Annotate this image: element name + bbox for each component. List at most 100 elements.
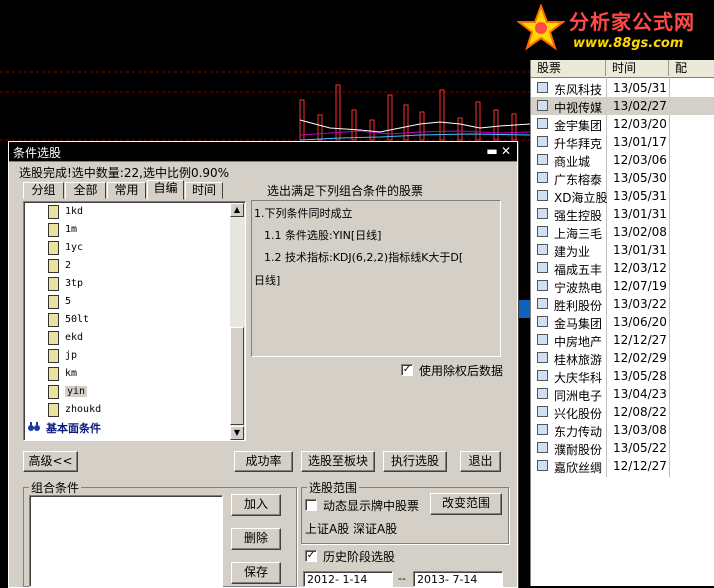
tree-item[interactable]: yin (48, 384, 198, 402)
column-stock[interactable]: 股票 (531, 60, 606, 76)
tree-item[interactable]: 2 (48, 258, 198, 276)
column-time[interactable]: 时间 (606, 60, 669, 76)
tab-3[interactable]: 自编 (147, 180, 184, 200)
table-row[interactable]: 广东榕泰 13/05/30 (531, 169, 714, 187)
table-row[interactable]: 建为业 13/01/31 (531, 241, 714, 259)
stock-name: 同洲电子 (554, 389, 603, 403)
fundamental-conditions-label[interactable]: 基本面条件 (46, 420, 101, 436)
tree-scrollbar[interactable]: ▲ ▼ (230, 203, 245, 440)
folder-icon (48, 313, 59, 327)
volume-bar (317, 114, 323, 141)
table-row[interactable]: 同洲电子 13/04/23 (531, 385, 714, 403)
table-row[interactable]: 商业城 12/03/06 (531, 151, 714, 169)
stock-name: 广东榕泰 (554, 173, 603, 187)
tree-item[interactable]: 5 (48, 294, 198, 312)
date-to-field[interactable]: 2013- 7-14 (413, 571, 503, 587)
tree-item[interactable]: km (48, 366, 198, 384)
tab-1[interactable]: 全部 (65, 182, 106, 199)
star-logo-icon (517, 4, 565, 51)
table-row[interactable]: 福成五丰 12/03/12 (531, 259, 714, 277)
tab-0[interactable]: 分组 (23, 182, 64, 199)
volume-bar (387, 94, 393, 141)
table-row[interactable]: 桂林旅游 12/02/29 (531, 349, 714, 367)
tree-item[interactable]: 1kd (48, 204, 198, 222)
table-row[interactable]: 大庆华科 13/05/28 (531, 367, 714, 385)
tree-item-label: 5 (65, 296, 72, 307)
dialog-titlebar[interactable]: 条件选股 ▬ ✕ (9, 142, 517, 162)
tree-item[interactable]: 50lt (48, 312, 198, 330)
table-row[interactable]: 胜利股份 13/03/22 (531, 295, 714, 313)
stock-time: 13/03/08 (613, 423, 667, 437)
tree-item[interactable]: 1yc (48, 240, 198, 258)
stock-name: 福成五丰 (554, 263, 603, 277)
table-row[interactable]: 宁波热电 12/07/19 (531, 277, 714, 295)
add-button[interactable]: 加入 (231, 494, 281, 516)
table-row[interactable]: 中房地产 12/12/27 (531, 331, 714, 349)
stock-name: 大庆华科 (554, 371, 603, 385)
delete-button[interactable]: 删除 (231, 528, 281, 550)
advanced-button[interactable]: 高级<< (23, 451, 78, 472)
scroll-up-icon[interactable]: ▲ (230, 203, 244, 217)
stock-icon (537, 136, 548, 147)
stock-time: 12/03/20 (613, 117, 667, 131)
table-row[interactable]: 金宇集团 12/03/20 (531, 115, 714, 133)
condition-line: 1.1 条件选股:YIN[日线] (264, 229, 382, 242)
stock-icon (537, 100, 548, 111)
stock-name: 东力传动 (554, 425, 603, 439)
to-board-button[interactable]: 选股至板块 (301, 451, 375, 472)
table-row[interactable]: 中视传媒 13/02/27 (531, 97, 714, 115)
tree-item[interactable]: 3tp (48, 276, 198, 294)
tree-item[interactable]: 1m (48, 222, 198, 240)
dynamic-checkbox[interactable] (305, 499, 317, 511)
folder-icon (48, 349, 59, 363)
tree-item[interactable]: ekd (48, 330, 198, 348)
status-text: 选股完成!选中数量:22,选中比例0.90% (19, 166, 230, 180)
table-row[interactable]: 东力传动 13/03/08 (531, 421, 714, 439)
tree-item[interactable]: jp (48, 348, 198, 366)
date-from-field[interactable]: 2012- 1-14 (303, 571, 393, 587)
condition-stock-dialog: 条件选股 ▬ ✕ 选股完成!选中数量:22,选中比例0.90% 分组 全部 常用 自编… (8, 141, 518, 588)
tree-item-label: 3tp (65, 278, 84, 289)
condition-description: 1.下列条件同时成立 1.1 条件选股:YIN[日线] 1.2 技术指标:KDJ… (251, 200, 501, 357)
change-range-button[interactable]: 改变范围 (430, 493, 502, 515)
stock-name: XD海立股 (554, 191, 608, 205)
table-row[interactable]: 强生控股 13/01/31 (531, 205, 714, 223)
exit-button[interactable]: 退出 (460, 451, 501, 472)
table-row[interactable]: 金马集团 13/06/20 (531, 313, 714, 331)
folder-icon (48, 241, 59, 255)
combo-condition-list[interactable] (29, 495, 223, 587)
save-button[interactable]: 保存 (231, 562, 281, 584)
table-row[interactable]: 升华拜克 13/01/17 (531, 133, 714, 151)
volume-bar (335, 84, 341, 141)
table-row[interactable]: 兴化股份 12/08/22 (531, 403, 714, 421)
stock-icon (537, 388, 548, 399)
stock-icon (537, 244, 548, 255)
stock-icon (537, 118, 548, 129)
tree-item[interactable]: zhoukd (48, 402, 198, 420)
stock-icon (537, 226, 548, 237)
logo-url: www.88gs.com (573, 36, 684, 51)
table-row[interactable]: 濮耐股份 13/05/22 (531, 439, 714, 457)
minimize-icon[interactable]: ▬ (485, 144, 499, 158)
stock-name: 胜利股份 (554, 299, 603, 313)
table-row[interactable]: XD海立股 13/05/31 (531, 187, 714, 205)
date-to-value: 2013- 7-14 (417, 573, 478, 586)
binoculars-icon (28, 420, 40, 434)
execute-button[interactable]: 执行选股 (383, 451, 447, 472)
use-adjusted-checkbox[interactable]: ✓ (401, 364, 413, 376)
column-match[interactable]: 配 (669, 60, 714, 76)
success-rate-button[interactable]: 成功率 (234, 451, 293, 472)
scroll-thumb[interactable] (230, 327, 244, 425)
tab-2[interactable]: 常用 (107, 182, 146, 199)
stock-time: 13/01/31 (613, 243, 667, 257)
table-row[interactable]: 嘉欣丝绸 12/12/27 (531, 457, 714, 475)
tab-4[interactable]: 时间 (185, 182, 223, 199)
stock-name: 强生控股 (554, 209, 603, 223)
close-icon[interactable]: ✕ (499, 144, 513, 158)
table-row[interactable]: 上海三毛 13/02/08 (531, 223, 714, 241)
stock-time: 13/02/27 (613, 99, 667, 113)
table-row[interactable]: 东风科技 13/05/31 (531, 79, 714, 97)
history-checkbox[interactable]: ✓ (305, 550, 317, 562)
stock-icon (537, 280, 548, 291)
scroll-down-icon[interactable]: ▼ (230, 426, 244, 440)
